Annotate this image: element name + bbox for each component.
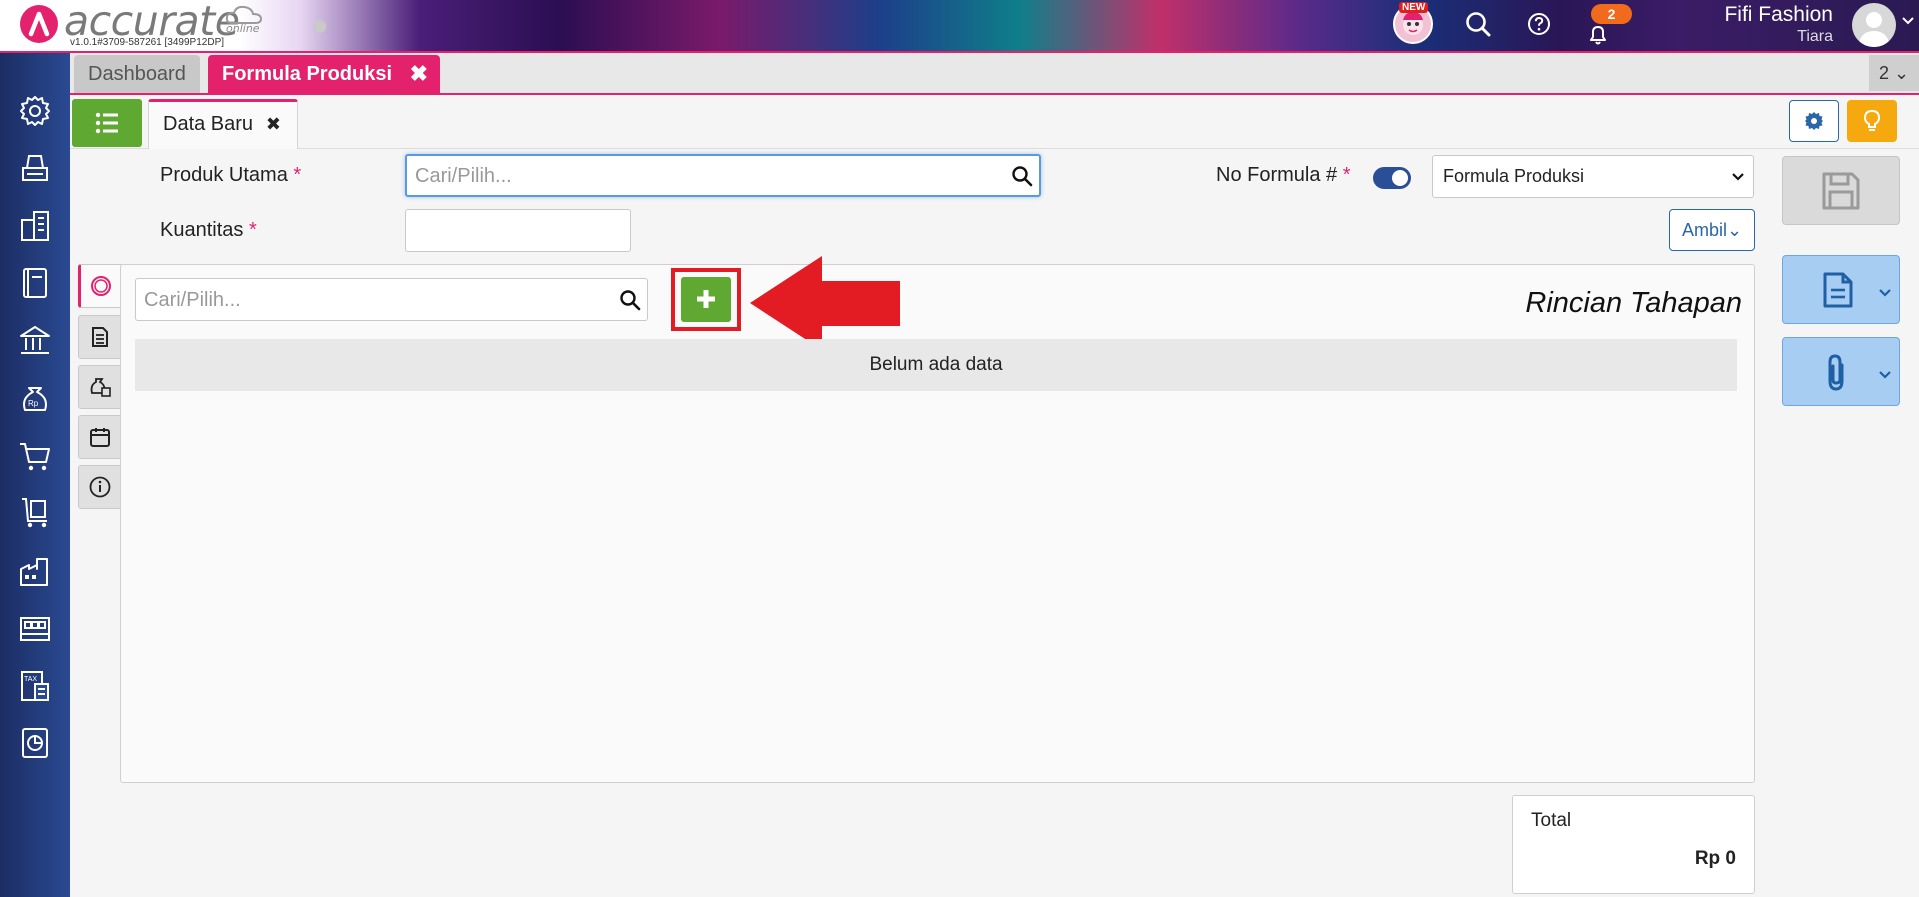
tips-button[interactable]	[1847, 100, 1897, 142]
building-icon[interactable]	[17, 208, 53, 244]
tab-document[interactable]	[78, 315, 122, 359]
cost-icon	[90, 378, 111, 397]
tab-dashboard[interactable]: Dashboard	[74, 55, 200, 93]
report-icon[interactable]	[17, 725, 53, 761]
tab-info[interactable]	[78, 465, 122, 509]
lightbulb-icon	[1863, 109, 1881, 131]
tax-icon[interactable]: TAX	[17, 668, 53, 704]
panel-title: Rincian Tahapan	[1525, 287, 1742, 319]
info-icon	[89, 476, 111, 498]
tab-rincian-tahapan[interactable]	[78, 264, 122, 308]
close-tab-icon[interactable]: ✖	[410, 55, 428, 93]
list-view-button[interactable]	[72, 99, 142, 147]
main-sidebar: Rp TAX	[0, 53, 70, 897]
save-button[interactable]	[1782, 156, 1900, 225]
produk-utama-placeholder: Cari/Pilih...	[415, 165, 512, 187]
help-icon[interactable]	[1527, 12, 1551, 36]
ambil-button[interactable]: Ambil⌄	[1669, 209, 1755, 251]
tab-count: 2	[1878, 63, 1889, 83]
kuantitas-input[interactable]	[405, 209, 631, 252]
calendar-icon	[90, 428, 110, 447]
user-company[interactable]: Fifi Fashion	[1724, 3, 1833, 27]
rincian-tahapan-panel: Cari/Pilih... Rincian Tahapan Belum ada …	[120, 256, 1755, 783]
tab-dashboard-label: Dashboard	[88, 63, 186, 85]
list-icon	[95, 112, 118, 134]
status-dot	[313, 20, 326, 33]
chevron-down-icon[interactable]	[1901, 14, 1915, 28]
tab-cost[interactable]	[78, 365, 122, 409]
auto-number-toggle[interactable]	[1373, 167, 1411, 189]
stages-icon	[91, 276, 111, 296]
accurate-logo-icon[interactable]	[20, 5, 58, 43]
settings-button[interactable]	[1789, 100, 1839, 142]
tab-calendar[interactable]	[78, 415, 122, 459]
save-icon	[1822, 172, 1860, 210]
factory-icon[interactable]	[17, 553, 53, 589]
subtab-data-baru[interactable]: Data Baru ✖	[148, 99, 298, 149]
open-tabs-dropdown[interactable]: 2 ⌄	[1869, 55, 1919, 91]
chevron-down-icon	[1732, 173, 1744, 181]
empty-table-message: Belum ada data	[135, 339, 1737, 391]
paperclip-icon	[1828, 354, 1844, 391]
warehouse-icon[interactable]	[17, 610, 53, 646]
attachment-button[interactable]	[1782, 337, 1900, 406]
svg-text:TAX: TAX	[24, 676, 37, 683]
logo-subtext: online	[226, 22, 260, 35]
no-formula-label: No Formula # *	[1216, 164, 1351, 186]
tab-bar: Dashboard Formula Produksi ✖ 2 ⌄	[70, 53, 1919, 95]
avatar[interactable]	[1852, 3, 1896, 47]
notification-badge[interactable]: 2	[1591, 4, 1632, 24]
user-name[interactable]: Tiara	[1797, 28, 1833, 46]
gear-icon	[1805, 112, 1823, 130]
version-text: v1.0.1#3709-587261 [3499P12DP]	[70, 37, 225, 48]
gear-icon[interactable]	[17, 93, 53, 129]
total-value: Rp 0	[1694, 848, 1736, 869]
print-document-button[interactable]	[1782, 255, 1900, 324]
tahapan-search-input[interactable]: Cari/Pilih...	[135, 278, 648, 321]
produk-utama-label: Produk Utama *	[160, 164, 302, 186]
bank-icon[interactable]	[17, 323, 53, 359]
sub-tab-bar: Data Baru ✖	[70, 97, 1919, 149]
chevron-down-icon: ⌄	[1893, 63, 1910, 83]
total-label: Total	[1531, 810, 1572, 831]
add-tahapan-button[interactable]	[681, 277, 731, 322]
formula-select-value: Formula Produksi	[1443, 166, 1585, 186]
close-subtab-icon[interactable]: ✖	[266, 102, 281, 146]
book-icon[interactable]	[17, 265, 53, 301]
top-header: accurate online v1.0.1#3709-587261 [3499…	[0, 0, 1919, 53]
document-icon	[92, 327, 108, 347]
formula-type-select[interactable]: Formula Produksi	[1432, 155, 1754, 198]
tahapan-search-placeholder: Cari/Pilih...	[144, 289, 241, 311]
produk-utama-input[interactable]: Cari/Pilih...	[405, 154, 1041, 197]
plus-icon	[697, 290, 715, 308]
new-badge: NEW	[1399, 2, 1429, 13]
search-icon[interactable]	[1464, 10, 1492, 38]
total-box: Total Rp 0	[1512, 795, 1755, 894]
tab-formula-produksi-label: Formula Produksi	[222, 63, 393, 85]
chevron-down-icon	[1879, 371, 1891, 379]
search-icon[interactable]	[1011, 165, 1033, 187]
trolley-icon[interactable]	[17, 495, 53, 531]
annotation-arrow	[750, 256, 900, 350]
printer-icon[interactable]	[17, 150, 53, 186]
kuantitas-label: Kuantitas *	[160, 219, 257, 241]
chevron-down-icon	[1879, 289, 1891, 297]
subtab-label: Data Baru	[163, 113, 254, 135]
svg-text:Rp: Rp	[28, 399, 39, 408]
cart-icon[interactable]	[17, 438, 53, 474]
money-bag-icon[interactable]: Rp	[17, 380, 53, 416]
tab-formula-produksi[interactable]: Formula Produksi ✖	[208, 55, 440, 93]
bell-icon[interactable]	[1586, 22, 1610, 46]
document-icon	[1823, 272, 1853, 308]
search-icon[interactable]	[619, 289, 641, 311]
